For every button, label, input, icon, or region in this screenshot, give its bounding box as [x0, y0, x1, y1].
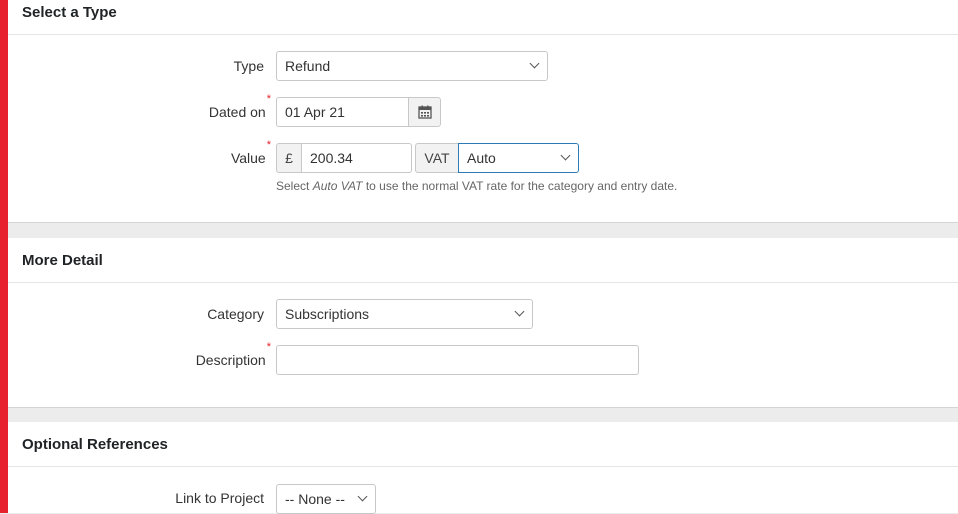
amount-input[interactable]: 200.34: [301, 143, 412, 173]
vat-label: VAT: [424, 150, 450, 166]
chevron-down-icon: [560, 150, 571, 161]
help-emphasis: Auto VAT: [312, 179, 363, 193]
date-input[interactable]: 01 Apr 21: [276, 97, 409, 127]
chevron-down-icon: [514, 306, 525, 317]
section-title-optional-references: Optional References: [22, 436, 168, 453]
optional-references-panel: Optional References Link to Project -- N…: [8, 422, 958, 514]
category-label-text: Category: [207, 306, 264, 322]
type-select-value: Refund: [285, 58, 331, 74]
project-select-value: -- None --: [285, 491, 345, 507]
chevron-down-icon: [357, 491, 368, 502]
value-label-text: Value: [230, 150, 266, 166]
help-suffix: to use the normal VAT rate for the categ…: [362, 179, 678, 193]
category-label: Category: [207, 306, 264, 322]
project-select[interactable]: -- None --: [276, 484, 376, 514]
divider: [8, 34, 958, 35]
dated-on-label: Dated on*: [209, 93, 271, 120]
description-input[interactable]: [276, 345, 639, 375]
required-asterisk: *: [266, 139, 271, 151]
category-select-value: Subscriptions: [285, 306, 370, 322]
chevron-down-icon: [529, 58, 540, 69]
calendar-button[interactable]: [408, 97, 441, 127]
value-label: Value*: [231, 139, 271, 166]
more-detail-panel: More Detail Category Subscriptions Descr…: [8, 238, 958, 408]
dated-on-label-text: Dated on: [208, 104, 266, 120]
help-prefix: Select: [276, 179, 313, 193]
type-label-text: Type: [233, 58, 264, 74]
link-project-label: Link to Project: [175, 490, 264, 506]
section-title-more-detail: More Detail: [22, 252, 103, 269]
description-label-text: Description: [195, 352, 266, 368]
select-type-panel: Select a Type Type Refund Dated on* 01 A…: [8, 0, 958, 223]
divider: [8, 282, 958, 283]
required-asterisk: *: [266, 93, 271, 105]
currency-addon: £: [276, 143, 302, 173]
category-select[interactable]: Subscriptions: [276, 299, 533, 329]
divider: [8, 466, 958, 467]
amount-input-value: 200.34: [310, 150, 353, 166]
type-select[interactable]: Refund: [276, 51, 548, 81]
section-title-select-type: Select a Type: [22, 4, 117, 21]
required-asterisk: *: [266, 341, 271, 353]
link-project-label-text: Link to Project: [175, 490, 264, 506]
left-accent-bar: [0, 0, 8, 513]
vat-addon: VAT: [415, 143, 459, 173]
vat-select-value: Auto: [467, 150, 496, 166]
description-label: Description*: [196, 341, 271, 368]
vat-help-text: Select Auto VAT to use the normal VAT ra…: [276, 179, 677, 193]
type-label: Type: [234, 58, 264, 74]
calendar-icon: [417, 105, 432, 119]
date-input-value: 01 Apr 21: [285, 104, 345, 120]
currency-symbol: £: [285, 150, 293, 166]
vat-select[interactable]: Auto: [458, 143, 579, 173]
